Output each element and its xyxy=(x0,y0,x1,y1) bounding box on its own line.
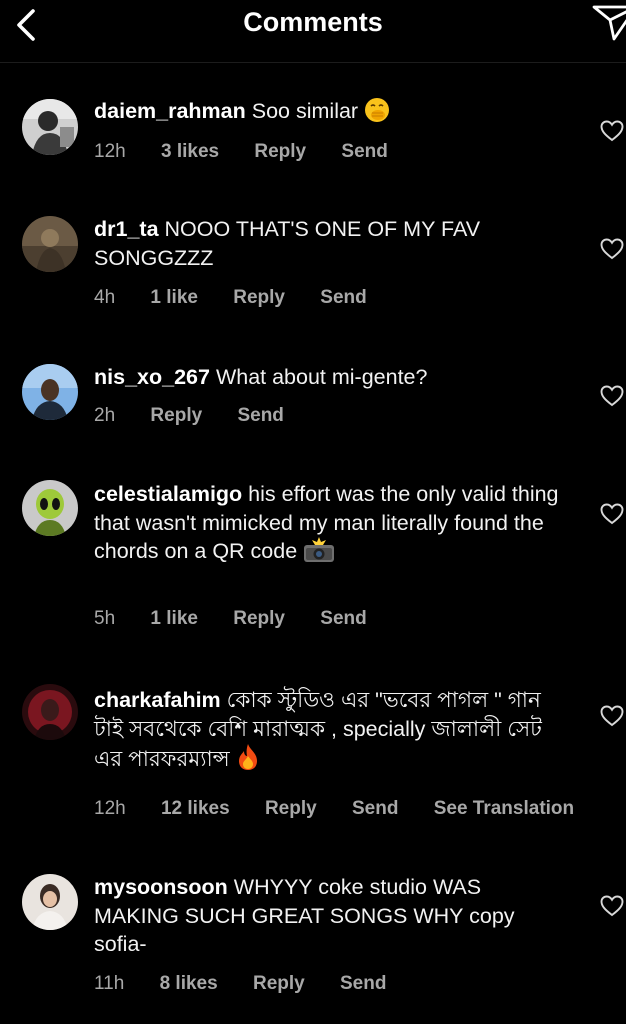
comment-time: 4h xyxy=(94,287,116,308)
reply-button[interactable]: Reply xyxy=(253,973,305,994)
comment-username[interactable]: nis_xo_267 xyxy=(94,365,210,389)
face-with-hand-over-mouth-emoji-icon xyxy=(364,97,390,131)
comment-time: 5h xyxy=(94,608,116,629)
header-bar: Comments xyxy=(0,0,626,63)
comment-meta: 5h 1 like Reply Send xyxy=(94,608,397,630)
comment-meta: 12h 3 likes Reply Send xyxy=(94,141,418,163)
comment-time: 12h xyxy=(94,141,126,162)
likes-count[interactable]: 8 likes xyxy=(160,973,218,994)
heart-icon[interactable] xyxy=(600,503,624,525)
comment-meta: 2h Reply Send xyxy=(94,405,314,427)
heart-icon[interactable] xyxy=(600,895,624,917)
comment-username[interactable]: dr1_ta xyxy=(94,217,159,241)
share-button[interactable] xyxy=(592,4,626,42)
comment-text: Soo similar xyxy=(251,99,359,123)
reply-button[interactable]: Reply xyxy=(265,798,317,819)
avatar[interactable] xyxy=(22,364,78,420)
see-translation-button[interactable]: See Translation xyxy=(434,798,574,819)
paper-plane-icon xyxy=(592,5,626,41)
reply-button[interactable]: Reply xyxy=(254,141,306,162)
camera-with-flash-emoji-icon xyxy=(303,537,335,571)
heart-icon[interactable] xyxy=(600,120,624,142)
comment-meta: 12h 12 likes Reply Send See Translation xyxy=(94,798,604,820)
reply-button[interactable]: Reply xyxy=(233,287,285,308)
comment-username[interactable]: celestialamigo xyxy=(94,482,242,506)
likes-count[interactable]: 1 like xyxy=(150,287,198,308)
send-button[interactable]: Send xyxy=(352,798,398,819)
likes-count[interactable]: 12 likes xyxy=(161,798,230,819)
reply-button[interactable]: Reply xyxy=(233,608,285,629)
avatar[interactable] xyxy=(22,684,78,740)
reply-button[interactable]: Reply xyxy=(150,405,202,426)
send-button[interactable]: Send xyxy=(340,973,386,994)
heart-icon[interactable] xyxy=(600,705,624,727)
page-title: Comments xyxy=(243,7,383,37)
avatar[interactable] xyxy=(22,216,78,272)
comment-time: 11h xyxy=(94,973,125,994)
likes-count[interactable]: 3 likes xyxy=(161,141,219,162)
send-button[interactable]: Send xyxy=(237,405,283,426)
comment-username[interactable]: mysoonsoon xyxy=(94,875,228,899)
comment-time: 2h xyxy=(94,405,116,426)
comment-username[interactable]: daiem_rahman xyxy=(94,99,246,123)
comment-time: 12h xyxy=(94,798,126,819)
comment-text: What about mi-gente? xyxy=(215,365,428,389)
avatar[interactable] xyxy=(22,874,78,930)
heart-icon[interactable] xyxy=(600,385,624,407)
heart-icon[interactable] xyxy=(600,238,624,260)
avatar[interactable] xyxy=(22,99,78,155)
comment-meta: 11h 8 likes Reply Send xyxy=(94,973,416,995)
avatar[interactable] xyxy=(22,480,78,536)
likes-count[interactable]: 1 like xyxy=(150,608,198,629)
send-button[interactable]: Send xyxy=(320,287,366,308)
comment-username[interactable]: charkafahim xyxy=(94,688,221,712)
send-button[interactable]: Send xyxy=(320,608,366,629)
fire-emoji-icon xyxy=(236,743,260,779)
send-button[interactable]: Send xyxy=(341,141,387,162)
comment-meta: 4h 1 like Reply Send xyxy=(94,287,397,309)
